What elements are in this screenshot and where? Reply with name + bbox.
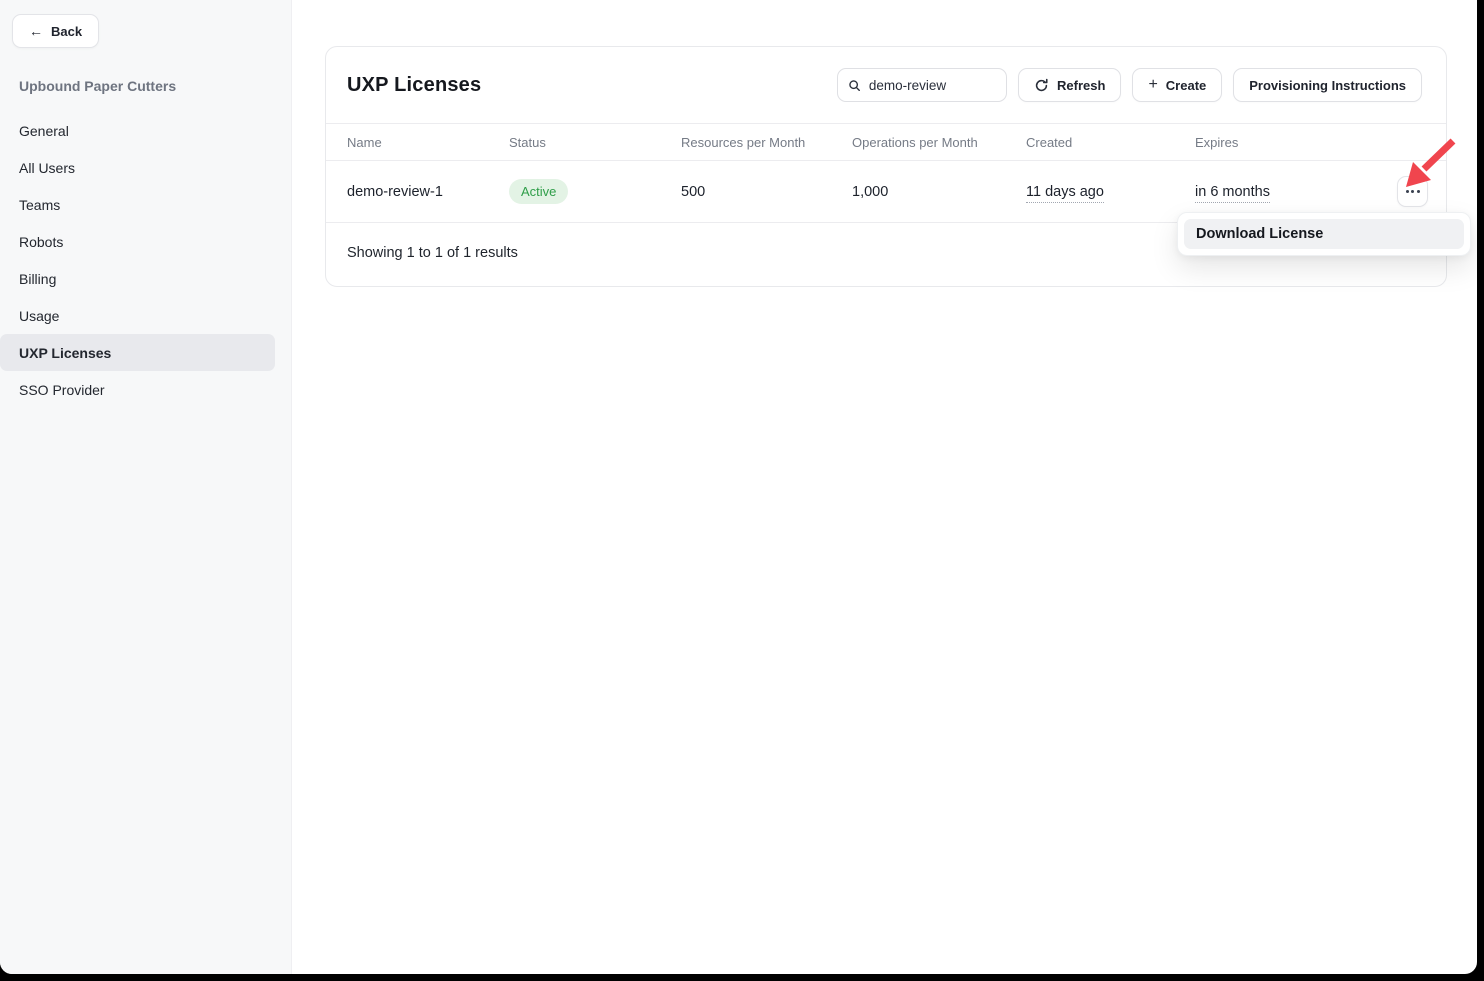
search-input[interactable] <box>869 78 996 93</box>
back-button[interactable]: ← Back <box>12 14 99 48</box>
row-actions-dropdown: Download License <box>1177 212 1471 256</box>
license-name: demo-review-1 <box>347 184 509 200</box>
create-button-label: Create <box>1166 78 1206 93</box>
search-box[interactable] <box>837 68 1007 102</box>
resources-per-month-value: 500 <box>681 184 852 200</box>
ellipsis-icon <box>1406 190 1409 193</box>
sidebar-item-usage[interactable]: Usage <box>0 297 275 334</box>
refresh-icon <box>1034 78 1049 93</box>
column-header-expires: Expires <box>1195 135 1376 150</box>
sidebar-item-all-users[interactable]: All Users <box>0 149 275 186</box>
results-count-text: Showing 1 to 1 of 1 results <box>347 245 518 261</box>
sidebar-item-sso-provider[interactable]: SSO Provider <box>0 371 275 408</box>
plus-icon: + <box>1148 77 1157 93</box>
back-arrow-icon: ← <box>29 24 43 38</box>
license-status-cell: Active <box>509 179 681 204</box>
sidebar-item-uxp-licenses[interactable]: UXP Licenses <box>0 334 275 371</box>
row-actions-menu-button[interactable] <box>1397 176 1428 207</box>
sidebar-item-billing[interactable]: Billing <box>0 260 275 297</box>
settings-sidebar: ← Back Upbound Paper Cutters General All… <box>0 0 292 974</box>
column-header-operations: Operations per Month <box>852 135 1026 150</box>
status-badge: Active <box>509 179 568 204</box>
download-license-menu-item[interactable]: Download License <box>1184 219 1464 249</box>
expires-cell: in 6 months <box>1195 184 1376 200</box>
column-header-name: Name <box>347 135 509 150</box>
page-title: UXP Licenses <box>347 74 481 97</box>
provisioning-instructions-button[interactable]: Provisioning Instructions <box>1233 68 1422 102</box>
provisioning-instructions-label: Provisioning Instructions <box>1249 78 1406 93</box>
sidebar-item-teams[interactable]: Teams <box>0 186 275 223</box>
organization-name: Upbound Paper Cutters <box>19 78 291 94</box>
table-header-row: Name Status Resources per Month Operatio… <box>326 123 1446 161</box>
created-value[interactable]: 11 days ago <box>1026 184 1104 203</box>
refresh-button[interactable]: Refresh <box>1018 68 1121 102</box>
sidebar-item-general[interactable]: General <box>0 112 275 149</box>
operations-per-month-value: 1,000 <box>852 184 1026 200</box>
expires-value[interactable]: in 6 months <box>1195 184 1270 203</box>
row-actions-cell <box>1376 176 1428 207</box>
back-button-label: Back <box>51 24 82 39</box>
sidebar-item-robots[interactable]: Robots <box>0 223 275 260</box>
toolbar: Refresh + Create Provisioning Instructio… <box>837 68 1422 102</box>
create-button[interactable]: + Create <box>1132 68 1222 102</box>
sidebar-nav: General All Users Teams Robots Billing U… <box>0 112 291 408</box>
column-header-status: Status <box>509 135 681 150</box>
column-header-resources: Resources per Month <box>681 135 852 150</box>
card-header: UXP Licenses Refresh <box>326 47 1446 123</box>
search-icon <box>848 78 861 93</box>
app-window: ← Back Upbound Paper Cutters General All… <box>0 0 1477 974</box>
column-header-created: Created <box>1026 135 1195 150</box>
created-cell: 11 days ago <box>1026 184 1195 200</box>
refresh-button-label: Refresh <box>1057 78 1105 93</box>
